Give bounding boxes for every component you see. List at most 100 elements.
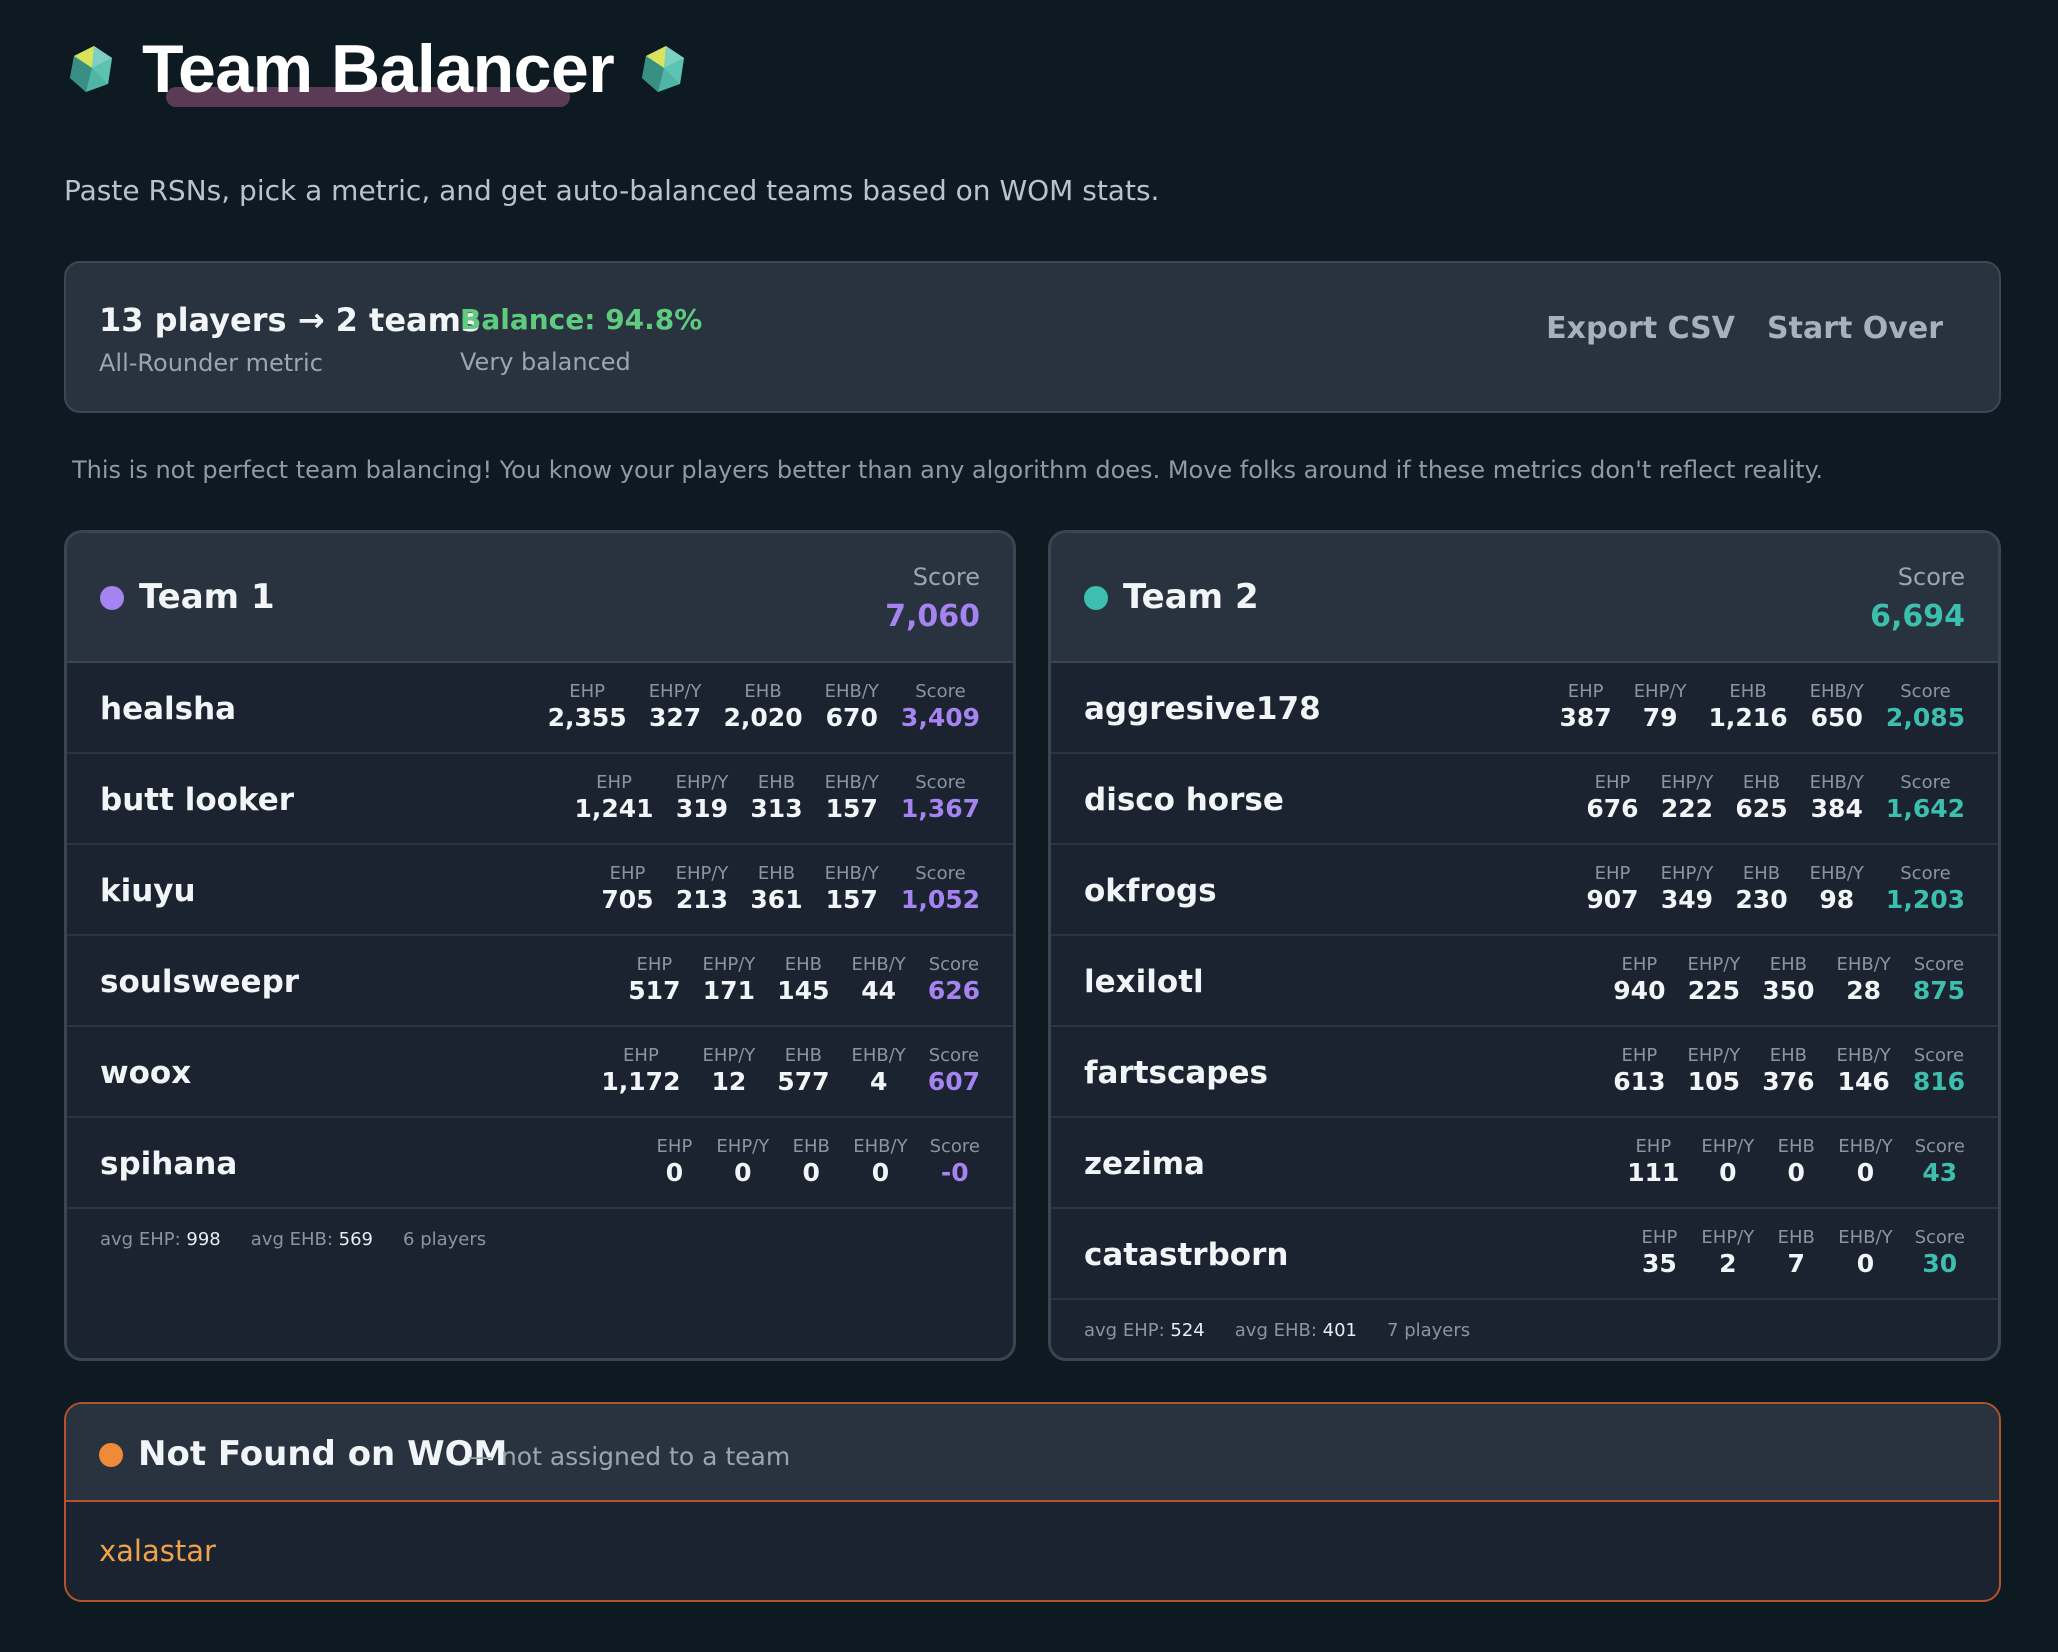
stat-cell: EHB 145: [777, 954, 829, 1006]
stat-cell: EHB/Y 157: [825, 772, 879, 824]
stat-cell: EHB/Y 28: [1836, 954, 1890, 1006]
stat-label: EHP/Y: [716, 1136, 770, 1157]
player-stats: EHP 35 EHP/Y 2 EHB 7 EHB/Y 0 Score 30: [1639, 1227, 1965, 1279]
stat-cell: EHP/Y 222: [1661, 772, 1714, 824]
not-found-dot: [99, 1443, 123, 1467]
player-row[interactable]: kiuyu EHP 705 EHP/Y 213 EHB 361 EHB/Y 157 Score 1,…: [67, 845, 1013, 936]
avg-ehb: avg EHB: 401: [1235, 1320, 1357, 1341]
balance-block: Balance: 94.8% Very balanced: [460, 303, 702, 376]
player-rsn: woox: [100, 1055, 192, 1091]
stat-cell: EHP 517: [628, 954, 680, 1006]
stat-label: EHP: [1594, 863, 1631, 884]
gem-icon: [64, 42, 118, 96]
player-row[interactable]: soulsweepr EHP 517 EHP/Y 171 EHB 145 EHB/Y 44 Sco…: [67, 936, 1013, 1027]
stat-label: EHP/Y: [675, 863, 729, 884]
stat-value: 670: [825, 703, 878, 732]
player-row[interactable]: butt looker EHP 1,241 EHP/Y 319 EHB 313 EHB/Y 15…: [67, 754, 1013, 845]
stat-value: 376: [1762, 1067, 1815, 1096]
stat-cell: Score 626: [928, 954, 980, 1006]
page-subtitle: Paste RSNs, pick a metric, and get auto-…: [64, 174, 1160, 207]
stat-label: EHB/Y: [853, 1136, 908, 1157]
stat-value: 222: [1660, 794, 1714, 823]
player-stats: EHP 0 EHP/Y 0 EHB 0 EHB/Y 0 Score -0: [654, 1136, 980, 1188]
stat-cell: EHP 676: [1586, 772, 1638, 824]
player-row[interactable]: woox EHP 1,172 EHP/Y 12 EHB 577 EHB/Y 4 Score 607: [67, 1027, 1013, 1118]
stat-cell: Score 43: [1915, 1136, 1965, 1188]
player-row[interactable]: spihana EHP 0 EHP/Y 0 EHB 0 EHB/Y 0 Score -0: [67, 1118, 1013, 1209]
stat-label: EHB: [1742, 772, 1781, 793]
stat-cell: EHB/Y 146: [1836, 1045, 1890, 1097]
stat-label: EHP: [1635, 1136, 1672, 1157]
stat-label: EHP/Y: [1660, 772, 1714, 793]
stat-cell: EHB/Y 0: [1838, 1136, 1892, 1188]
stat-label: EHB/Y: [1838, 1136, 1893, 1157]
stat-label: EHB/Y: [824, 772, 879, 793]
team-header: Team 2 Score 6,694: [1051, 533, 1998, 663]
stat-value: 2: [1719, 1249, 1737, 1278]
player-score-value: 30: [1922, 1249, 1958, 1278]
player-row[interactable]: aggresive178 EHP 387 EHP/Y 79 EHB 1,216 EHB/Y 65…: [1051, 663, 1998, 754]
stat-cell: EHP/Y 349: [1661, 863, 1714, 915]
stat-cell: EHP/Y 0: [716, 1136, 769, 1188]
stat-value: 111: [1627, 1158, 1680, 1187]
player-count: 7 players: [1387, 1320, 1471, 1341]
player-score-value: 1,052: [900, 885, 980, 914]
stat-cell: EHB 2,020: [724, 681, 803, 733]
stat-value: 105: [1687, 1067, 1740, 1096]
team-score-label: Score: [912, 563, 980, 591]
player-row[interactable]: catastrborn EHP 35 EHP/Y 2 EHB 7 EHB/Y 0 Score 30: [1051, 1209, 1998, 1300]
stat-value: 676: [1586, 794, 1639, 823]
stat-value: 171: [702, 976, 755, 1005]
stat-label: EHP: [623, 1045, 659, 1066]
stat-label: EHP/Y: [702, 954, 756, 975]
stat-label: Score: [1913, 954, 1965, 975]
stat-label: EHP: [1621, 1045, 1658, 1066]
stat-cell: EHB/Y 98: [1810, 863, 1864, 915]
player-row[interactable]: disco horse EHP 676 EHP/Y 222 EHB 625 EHB/Y 384 S…: [1051, 754, 1998, 845]
team-footer: avg EHP: 998 avg EHB: 569 6 players: [67, 1209, 1013, 1269]
start-over-button[interactable]: Start Over: [1767, 311, 1943, 346]
team-color-dot: [100, 586, 124, 610]
team-footer: avg EHP: 524 avg EHB: 401 7 players: [1051, 1300, 1998, 1358]
stat-label: EHB: [757, 863, 796, 884]
stat-label: EHP: [1621, 954, 1658, 975]
player-count: 6 players: [403, 1229, 487, 1250]
stat-label: EHP/Y: [1687, 1045, 1741, 1066]
player-row[interactable]: okfrogs EHP 907 EHP/Y 349 EHB 230 EHB/Y 98 Score 1…: [1051, 845, 1998, 936]
stat-value: 225: [1687, 976, 1740, 1005]
stat-label: EHB: [1777, 1227, 1815, 1248]
player-row[interactable]: healsha EHP 2,355 EHP/Y 327 EHB 2,020 EHB/Y 670 S…: [67, 663, 1013, 754]
stat-label: EHP: [1594, 772, 1631, 793]
stat-cell: Score 3,409: [901, 681, 980, 733]
stat-value: 0: [802, 1158, 820, 1187]
stat-cell: EHB 361: [750, 863, 802, 915]
stat-label: Score: [915, 863, 966, 884]
player-row[interactable]: lexilotl EHP 940 EHP/Y 225 EHB 350 EHB/Y 28 Score…: [1051, 936, 1998, 1027]
player-stats: EHP 1,241 EHP/Y 319 EHB 313 EHB/Y 157 Score 1,367: [575, 772, 981, 824]
stat-cell: EHB 625: [1735, 772, 1787, 824]
player-row[interactable]: zezima EHP 111 EHP/Y 0 EHB 0 EHB/Y 0 Score 43: [1051, 1118, 1998, 1209]
stat-cell: EHB 577: [777, 1045, 829, 1097]
stat-value: 350: [1762, 976, 1815, 1005]
stat-label: EHB/Y: [851, 954, 906, 975]
stat-cell: EHP/Y 105: [1687, 1045, 1740, 1097]
player-score-value: -0: [940, 1158, 969, 1187]
avg-ehp: avg EHP: 998: [100, 1229, 221, 1250]
player-row[interactable]: fartscapes EHP 613 EHP/Y 105 EHB 376 EHB/Y 146 Sc…: [1051, 1027, 1998, 1118]
team-score-value: 7,060: [885, 599, 980, 634]
players-teams-count: 13 players → 2 teams: [99, 301, 481, 339]
stat-label: Score: [1900, 681, 1951, 702]
team-header: Team 1 Score 7,060: [67, 533, 1013, 663]
player-stats: EHP 907 EHP/Y 349 EHB 230 EHB/Y 98 Score 1,203: [1586, 863, 1965, 915]
not-found-player[interactable]: xalastar: [99, 1534, 216, 1568]
team-color-dot: [1084, 586, 1108, 610]
stat-label: EHB/Y: [824, 863, 879, 884]
stat-value: 517: [628, 976, 681, 1005]
stat-value: 0: [1856, 1249, 1875, 1278]
stat-label: EHP/Y: [1687, 954, 1741, 975]
stat-label: EHP/Y: [1701, 1227, 1755, 1248]
team-card-1: Team 1 Score 7,060 healsha EHP 2,355 EHP/Y 327 E…: [64, 530, 1016, 1361]
export-csv-button[interactable]: Export CSV: [1546, 311, 1735, 346]
stat-label: EHP: [596, 772, 632, 793]
stat-value: 349: [1660, 885, 1714, 914]
